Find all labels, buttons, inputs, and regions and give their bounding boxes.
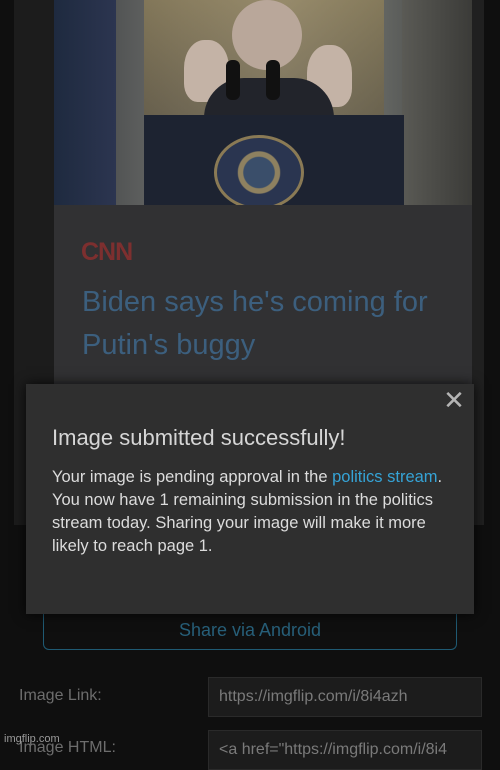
microphone: [266, 60, 280, 100]
politics-stream-link[interactable]: politics stream: [332, 468, 437, 486]
meme-photo: [54, 0, 472, 205]
close-icon[interactable]: ✕: [442, 387, 466, 413]
submission-success-modal: ✕ Image submitted successfully! Your ima…: [26, 384, 474, 614]
modal-message-prefix: Your image is pending approval in the: [52, 468, 333, 486]
speaker-head: [232, 0, 302, 70]
curtain-right: [402, 0, 472, 205]
image-link-label: Image Link:: [19, 687, 102, 704]
modal-message: Your image is pending approval in the po…: [52, 466, 452, 558]
image-link-field[interactable]: https://imgflip.com/i/8i4azh: [208, 677, 482, 717]
microphone: [226, 60, 240, 100]
footer-watermark: imgflip.com: [4, 733, 60, 745]
cnn-logo: CNN: [81, 238, 133, 266]
presidential-seal: [214, 135, 304, 205]
headline: Biden says he's coming for Putin's buggy: [82, 286, 428, 361]
flag-curtain: [54, 0, 116, 205]
modal-title: Image submitted successfully!: [52, 425, 346, 450]
image-html-field[interactable]: <a href="https://imgflip.com/i/8i4: [208, 730, 482, 770]
